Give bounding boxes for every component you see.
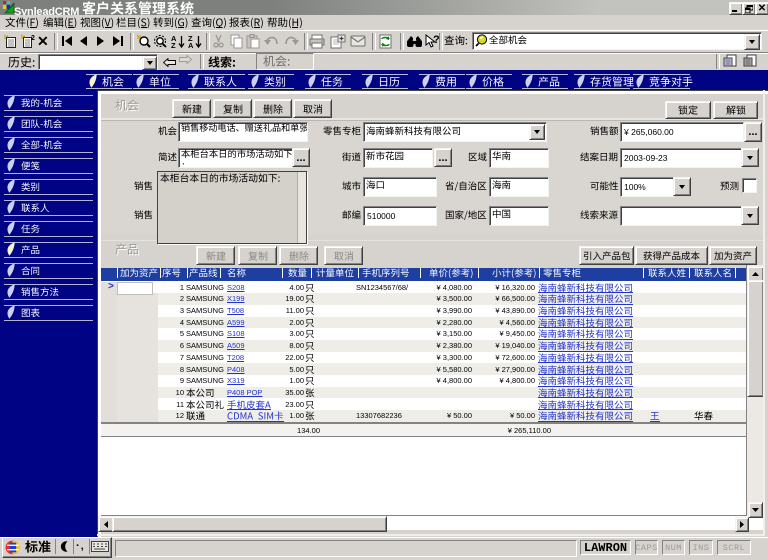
svg-text:Z: Z [171,41,176,49]
svg-text:A: A [188,41,194,49]
svg-text:2: 2 [31,35,35,42]
